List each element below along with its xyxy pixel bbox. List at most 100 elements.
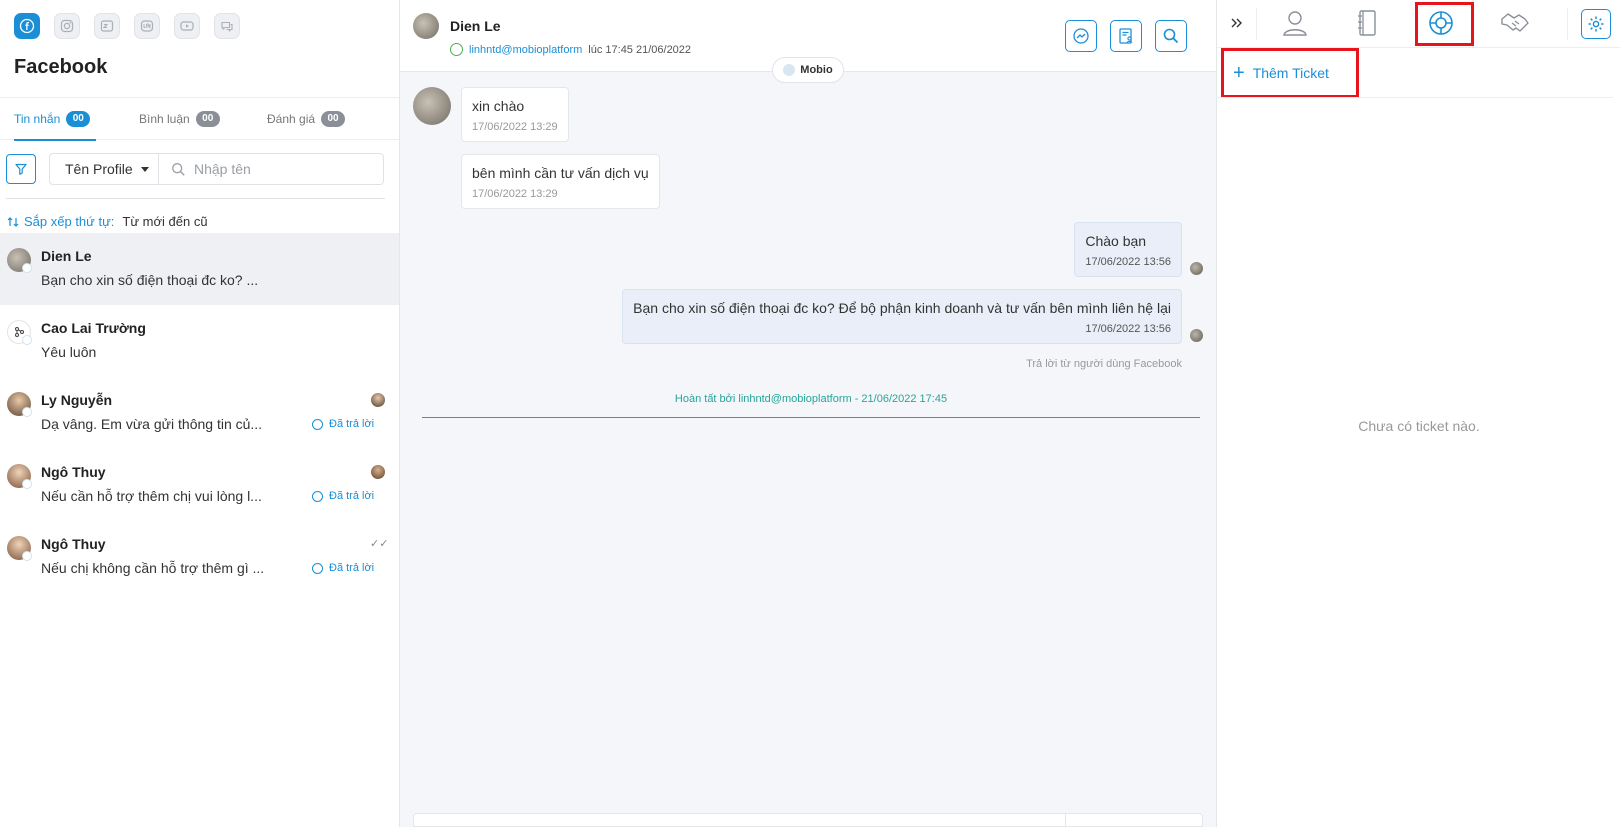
divider: [1256, 8, 1257, 40]
replied-label: Đã trả lời: [329, 490, 375, 502]
completed-divider: [422, 417, 1200, 418]
sort-label-wrap: Sắp xếp thứ tự:: [7, 214, 114, 229]
composer-divider: [1065, 814, 1066, 827]
list-item[interactable]: Ngô Thuy Nếu cần hỗ trợ thêm chị vui lòn…: [0, 449, 399, 521]
message-text: Chào bạn: [1085, 233, 1147, 249]
message-time: 17/06/2022 13:56: [1085, 323, 1171, 335]
message-bubble: bên mình cần tư vấn dịch vụ 17/06/2022 1…: [461, 154, 660, 209]
message-bubble-outgoing: Chào bạn 17/06/2022 13:56: [1074, 222, 1182, 277]
conversation-preview: Yêu luôn: [41, 344, 97, 360]
chat-panel: Dien Le linhntd@mobioplatform lúc 17:45 …: [400, 0, 1216, 827]
conversation-preview: Nếu cần hỗ trợ thêm chị vui lòng l...: [41, 488, 262, 504]
collapse-icon[interactable]: [1225, 6, 1249, 40]
channel-icons: [14, 13, 240, 39]
divider: [1567, 8, 1568, 40]
messenger-button[interactable]: [1065, 20, 1097, 52]
check-circle-icon: [450, 43, 463, 56]
list-item[interactable]: Dien Le Bạn cho xin số điện thoại đc ko?…: [0, 233, 399, 305]
line-icon[interactable]: [134, 13, 160, 39]
tab-messages-label: Tin nhắn: [14, 112, 61, 126]
source-pill-label: Mobio: [800, 64, 833, 76]
search-input[interactable]: [194, 161, 374, 177]
agent-avatar: [371, 465, 385, 479]
zalo-icon[interactable]: [94, 13, 120, 39]
message-text: xin chào: [472, 98, 525, 114]
conversation-sidebar: Facebook Tin nhắn 00 Bình luận 00 Đánh g…: [0, 0, 400, 827]
conversation-name: Ly Nguyễn: [41, 392, 113, 408]
search-box: [158, 153, 384, 185]
conversation-tabs: Tin nhắn 00 Bình luận 00 Đánh giá 00: [0, 97, 399, 141]
sort-value[interactable]: Từ mới đến cũ: [122, 214, 207, 229]
empty-state: Chưa có ticket nào.: [1358, 418, 1480, 434]
message-time: 17/06/2022 13:29: [472, 188, 558, 200]
tab-comments-count: 00: [195, 111, 220, 127]
chat-icon[interactable]: [214, 13, 240, 39]
channel-badge-icon: [22, 551, 32, 561]
tab-reviews[interactable]: Đánh giá 00: [267, 98, 346, 140]
message-time: 17/06/2022 13:29: [472, 121, 558, 133]
assigned-time: lúc 17:45 21/06/2022: [588, 43, 692, 56]
replied-label: Đã trả lời: [329, 418, 375, 430]
conversation-preview: Nếu chị không cần hỗ trợ thêm gì ...: [41, 560, 265, 576]
search-button[interactable]: [1155, 20, 1187, 52]
contact-name: Dien Le: [450, 18, 501, 34]
tab-reviews-count: 00: [321, 111, 346, 127]
message-bubble: xin chào 17/06/2022 13:29: [461, 87, 569, 142]
profile-select[interactable]: Tên Profile: [49, 153, 159, 185]
tab-messages[interactable]: Tin nhắn 00: [14, 98, 97, 141]
conversation-name: Ngô Thuy: [41, 464, 106, 480]
channel-badge-icon: [22, 479, 32, 489]
add-ticket-button[interactable]: + Thêm Ticket: [1221, 48, 1359, 98]
facebook-icon[interactable]: [14, 13, 40, 39]
check-circle-icon: [312, 562, 323, 574]
sort-icon: [7, 216, 19, 227]
check-circle-icon: [312, 490, 323, 502]
profile-card-icon: [1119, 28, 1133, 44]
message-bubble-outgoing: Bạn cho xin số điện thoại đc ko? Để bộ p…: [622, 289, 1182, 344]
agent-avatar: [1190, 329, 1203, 342]
conversation-name: Dien Le: [41, 248, 92, 264]
channel-badge-icon: [22, 263, 32, 273]
list-item[interactable]: Cao Lai Trường Yêu luôn: [0, 305, 399, 377]
notebook-icon[interactable]: [1349, 6, 1385, 40]
source-pill: Mobio: [772, 57, 844, 83]
replied-status: Đã trả lời: [312, 418, 374, 430]
conversation-preview: Dạ vâng. Em vừa gửi thông tin củ...: [41, 416, 263, 432]
sort-row[interactable]: Sắp xếp thứ tự: Từ mới đến cũ: [7, 214, 208, 229]
deal-icon[interactable]: [1497, 6, 1533, 40]
messenger-icon: [1073, 28, 1089, 44]
page-title: Facebook: [14, 56, 108, 78]
settings-icon[interactable]: [1581, 9, 1611, 39]
youtube-icon[interactable]: [174, 13, 200, 39]
check-circle-icon: [312, 418, 323, 430]
message-text: Bạn cho xin số điện thoại đc ko? Để bộ p…: [633, 300, 1171, 316]
list-item[interactable]: Ngô Thuy Nếu chị không cần hỗ trợ thêm g…: [0, 521, 399, 593]
filter-icon: [15, 163, 27, 175]
detail-panel: + Thêm Ticket Chưa có ticket nào.: [1216, 0, 1620, 827]
assignment-status: linhntd@mobioplatform lúc 17:45 21/06/20…: [450, 43, 691, 56]
agent-avatar: [371, 393, 385, 407]
avatar: [413, 13, 439, 39]
search-icon: [1163, 28, 1179, 44]
plus-icon: +: [1233, 62, 1245, 84]
channel-badge-icon: [22, 335, 32, 345]
search-icon: [172, 162, 185, 176]
channel-badge-icon: [22, 407, 32, 417]
message-time: 17/06/2022 13:56: [1085, 256, 1171, 268]
divider: [1217, 97, 1613, 98]
tab-comments-label: Bình luận: [139, 112, 190, 126]
customer-profile-button[interactable]: [1110, 20, 1142, 52]
list-item[interactable]: Ly Nguyễn Dạ vâng. Em vừa gửi thông tin …: [0, 377, 399, 449]
tab-comments[interactable]: Bình luận 00: [139, 98, 220, 140]
conversation-list: Dien Le Bạn cho xin số điện thoại đc ko?…: [0, 233, 399, 593]
filter-button[interactable]: [6, 154, 36, 184]
assigned-email[interactable]: linhntd@mobioplatform: [469, 44, 582, 56]
replied-label: Đã trả lời: [329, 562, 375, 574]
instagram-icon[interactable]: [54, 13, 80, 39]
profile-icon[interactable]: [1277, 6, 1313, 40]
profile-select-value: Tên Profile: [65, 161, 133, 177]
conversation-preview: Bạn cho xin số điện thoại đc ko? ...: [41, 272, 259, 288]
replied-status: Đã trả lời: [312, 562, 374, 574]
message-composer[interactable]: [413, 813, 1203, 827]
avatar: [413, 87, 451, 125]
